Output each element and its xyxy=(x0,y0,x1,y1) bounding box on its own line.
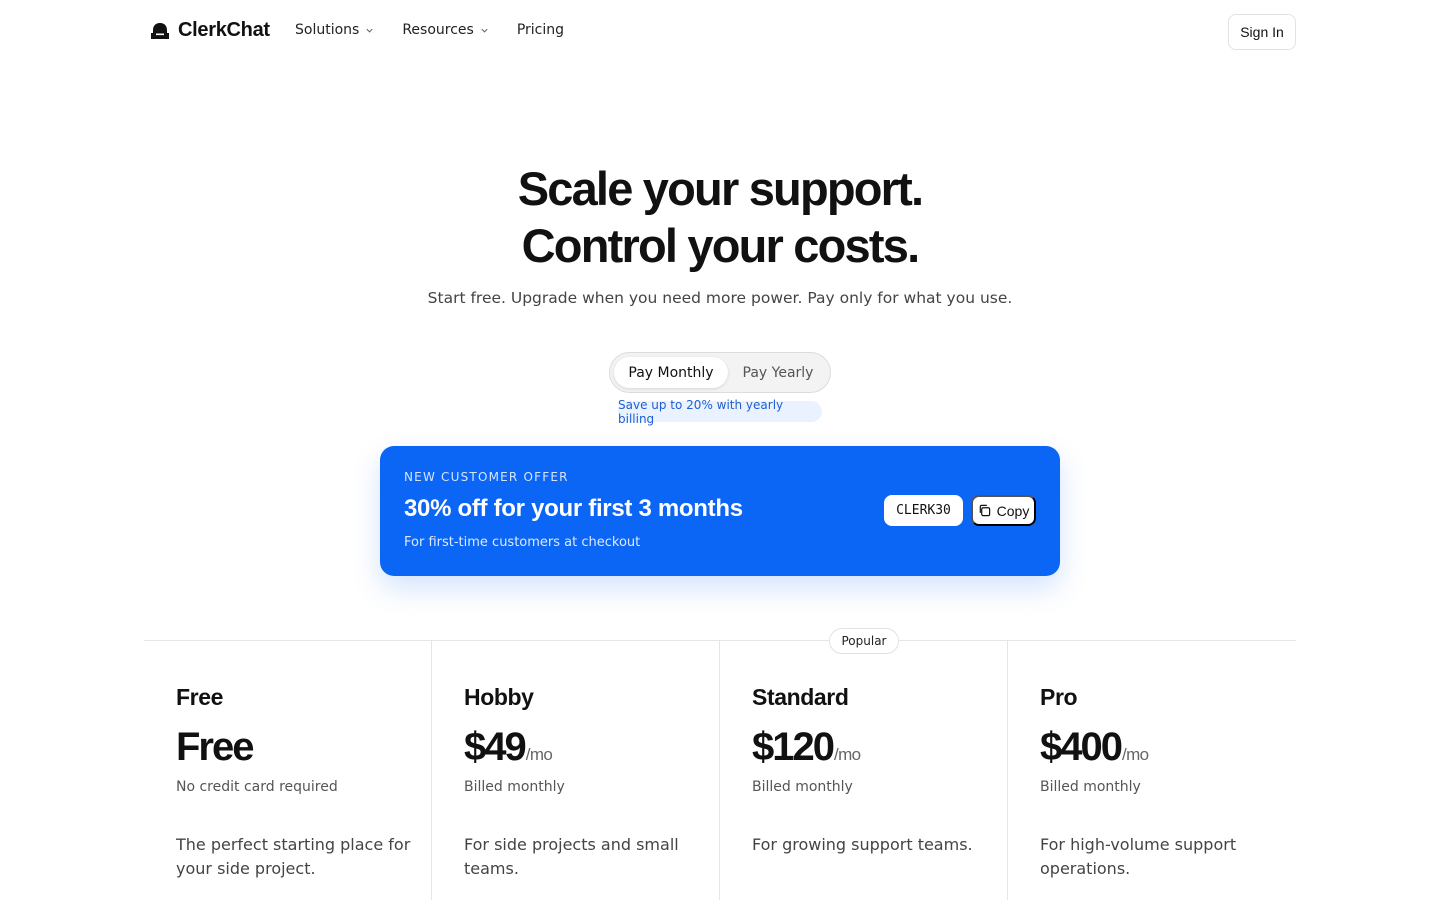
price-period: /mo xyxy=(525,745,553,764)
brand-logo[interactable]: ClerkChat xyxy=(150,19,270,42)
plan-name: Standard xyxy=(752,684,849,710)
copy-code-button[interactable]: Copy xyxy=(971,495,1036,526)
plan-description: The perfect starting place for your side… xyxy=(176,835,411,878)
plan-description: For high-volume support operations. xyxy=(1040,835,1237,878)
plan-card-hobby: Hobby $49 /mo Billed monthly For side pr… xyxy=(432,641,720,900)
popular-badge: Popular xyxy=(829,628,899,654)
plan-price: $49 /mo xyxy=(464,725,553,770)
yearly-savings-badge: Save up to 20% with yearly billing xyxy=(618,398,822,426)
chevron-down-icon xyxy=(366,28,373,33)
price-amount: $400 xyxy=(1040,725,1123,769)
nav-solutions-label: Solutions xyxy=(295,22,360,38)
price-amount: Free xyxy=(176,725,254,769)
billing-note: Billed monthly xyxy=(752,779,853,795)
hero-subtitle: Start free. Upgrade when you need more p… xyxy=(427,289,1013,307)
plan-description: For side projects and small teams. xyxy=(464,835,679,878)
hero-title-line-1: Scale your support. xyxy=(517,162,924,215)
billing-note: Billed monthly xyxy=(464,779,565,795)
promo-code: CLERK30 xyxy=(884,495,963,526)
chevron-down-icon xyxy=(481,28,488,33)
hero-title: Scale your support. Control your costs. xyxy=(0,160,1440,274)
nav-pricing[interactable]: Pricing xyxy=(517,22,564,38)
plan-card-standard: Standard $120 /mo Billed monthly For gro… xyxy=(720,641,1008,900)
sign-in-button[interactable]: Sign In xyxy=(1228,14,1296,50)
plan-price: $400 /mo xyxy=(1040,725,1149,770)
nav-resources-label: Resources xyxy=(402,22,474,38)
price-period: /mo xyxy=(833,745,861,764)
billing-note: Billed monthly xyxy=(1040,779,1141,795)
nav-solutions[interactable]: Solutions xyxy=(295,22,374,38)
plan-card-pro: Pro $400 /mo Billed monthly For high-vol… xyxy=(1008,641,1296,900)
plan-card-free: Free Free No credit card required The pe… xyxy=(144,641,432,900)
plan-name: Free xyxy=(176,684,223,710)
plan-price: Free xyxy=(176,725,254,770)
new-customer-offer-banner: NEW CUSTOMER OFFER 30% off for your firs… xyxy=(380,446,1060,576)
price-amount: $49 xyxy=(464,725,527,769)
offer-eyebrow: NEW CUSTOMER OFFER xyxy=(404,470,569,484)
nav-links: Solutions Resources Pricing xyxy=(295,22,564,38)
pay-monthly-option[interactable]: Pay Monthly xyxy=(614,357,728,388)
pay-yearly-option[interactable]: Pay Yearly xyxy=(730,357,826,388)
nav-pricing-label: Pricing xyxy=(516,22,565,38)
billing-toggle: Pay Monthly Pay Yearly xyxy=(609,352,831,393)
offer-title: 30% off for your first 3 months xyxy=(404,495,743,522)
brand-name: ClerkChat xyxy=(178,19,270,41)
plan-price: $120 /mo xyxy=(752,725,861,770)
plan-name: Pro xyxy=(1040,684,1078,710)
plan-description: For growing support teams. xyxy=(752,835,973,854)
offer-note: For first-time customers at checkout xyxy=(404,535,641,550)
price-amount: $120 xyxy=(752,725,835,769)
plan-name: Hobby xyxy=(464,684,534,710)
price-period: /mo xyxy=(1121,745,1149,764)
hero-title-line-2: Control your costs. xyxy=(521,219,920,272)
nav-resources[interactable]: Resources xyxy=(402,22,489,38)
billing-note: No credit card required xyxy=(176,779,338,795)
clerkchat-logo-icon xyxy=(151,22,169,39)
copy-icon xyxy=(979,504,990,517)
copy-label: Copy xyxy=(996,502,1030,519)
top-nav: ClerkChat Solutions Resources Pricing Si… xyxy=(0,0,1440,64)
